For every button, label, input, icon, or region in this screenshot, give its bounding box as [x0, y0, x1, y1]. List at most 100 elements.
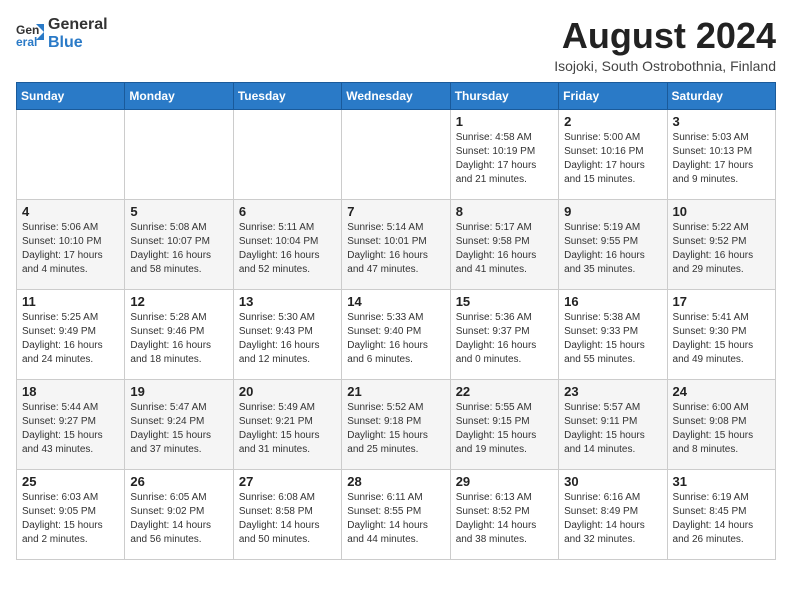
logo-icon: Gen eral	[16, 20, 44, 48]
day-info: Sunrise: 4:58 AM Sunset: 10:19 PM Daylig…	[456, 131, 553, 187]
weekday-header: Thursday	[450, 82, 558, 109]
day-number: 31	[673, 474, 770, 489]
day-number: 1	[456, 114, 553, 129]
month-year: August 2024	[554, 16, 776, 56]
svg-text:eral: eral	[16, 35, 37, 48]
day-info: Sunrise: 6:08 AM Sunset: 8:58 PM Dayligh…	[239, 491, 336, 547]
day-number: 5	[130, 204, 227, 219]
location: Isojoki, South Ostrobothnia, Finland	[554, 58, 776, 74]
day-number: 14	[347, 294, 444, 309]
day-number: 7	[347, 204, 444, 219]
calendar-cell: 15 Sunrise: 5:36 AM Sunset: 9:37 PM Dayli…	[450, 289, 558, 379]
day-number: 22	[456, 384, 553, 399]
day-number: 16	[564, 294, 661, 309]
weekday-header: Tuesday	[233, 82, 341, 109]
day-info: Sunrise: 5:08 AM Sunset: 10:07 PM Daylig…	[130, 221, 227, 277]
day-info: Sunrise: 6:11 AM Sunset: 8:55 PM Dayligh…	[347, 491, 444, 547]
calendar-cell: 16 Sunrise: 5:38 AM Sunset: 9:33 PM Dayli…	[559, 289, 667, 379]
weekday-header: Sunday	[17, 82, 125, 109]
calendar-cell: 21Sunrise: 5:52 AM Sunset: 9:18 PM Dayli…	[342, 379, 450, 469]
day-info: Sunrise: 6:03 AM Sunset: 9:05 PM Dayligh…	[22, 491, 119, 547]
calendar-week-row: 25 Sunrise: 6:03 AM Sunset: 9:05 PM Dayli…	[17, 469, 776, 559]
logo-subtext: Blue	[48, 34, 108, 52]
day-number: 26	[130, 474, 227, 489]
calendar-cell: 23 Sunrise: 5:57 AM Sunset: 9:11 PM Dayli…	[559, 379, 667, 469]
calendar-cell: 8 Sunrise: 5:17 AM Sunset: 9:58 PM Daylig…	[450, 199, 558, 289]
calendar-cell: 28 Sunrise: 6:11 AM Sunset: 8:55 PM Dayli…	[342, 469, 450, 559]
day-info: Sunrise: 5:49 AM Sunset: 9:21 PM Dayligh…	[239, 401, 336, 457]
day-number: 15	[456, 294, 553, 309]
calendar-cell: 25 Sunrise: 6:03 AM Sunset: 9:05 PM Dayli…	[17, 469, 125, 559]
day-number: 25	[22, 474, 119, 489]
day-info: Sunrise: 5:17 AM Sunset: 9:58 PM Dayligh…	[456, 221, 553, 277]
day-info: Sunrise: 5:44 AM Sunset: 9:27 PM Dayligh…	[22, 401, 119, 457]
weekday-header: Wednesday	[342, 82, 450, 109]
day-number: 18	[22, 384, 119, 399]
calendar-week-row: 1 Sunrise: 4:58 AM Sunset: 10:19 PM Dayli…	[17, 109, 776, 199]
day-number: 9	[564, 204, 661, 219]
day-info: Sunrise: 5:11 AM Sunset: 10:04 PM Daylig…	[239, 221, 336, 277]
weekday-header: Monday	[125, 82, 233, 109]
day-info: Sunrise: 5:57 AM Sunset: 9:11 PM Dayligh…	[564, 401, 661, 457]
calendar-cell: 26 Sunrise: 6:05 AM Sunset: 9:02 PM Dayli…	[125, 469, 233, 559]
calendar-cell: 7 Sunrise: 5:14 AM Sunset: 10:01 PM Dayli…	[342, 199, 450, 289]
day-number: 17	[673, 294, 770, 309]
day-info: Sunrise: 5:03 AM Sunset: 10:13 PM Daylig…	[673, 131, 770, 187]
calendar-cell: 12 Sunrise: 5:28 AM Sunset: 9:46 PM Dayli…	[125, 289, 233, 379]
day-info: Sunrise: 5:28 AM Sunset: 9:46 PM Dayligh…	[130, 311, 227, 367]
day-number: 27	[239, 474, 336, 489]
weekday-header: Friday	[559, 82, 667, 109]
calendar-week-row: 4 Sunrise: 5:06 AM Sunset: 10:10 PM Dayli…	[17, 199, 776, 289]
weekday-header: Saturday	[667, 82, 775, 109]
day-info: Sunrise: 6:05 AM Sunset: 9:02 PM Dayligh…	[130, 491, 227, 547]
calendar-cell: 31Sunrise: 6:19 AM Sunset: 8:45 PM Dayli…	[667, 469, 775, 559]
day-info: Sunrise: 6:13 AM Sunset: 8:52 PM Dayligh…	[456, 491, 553, 547]
day-number: 8	[456, 204, 553, 219]
day-info: Sunrise: 5:25 AM Sunset: 9:49 PM Dayligh…	[22, 311, 119, 367]
calendar-cell: 5 Sunrise: 5:08 AM Sunset: 10:07 PM Dayli…	[125, 199, 233, 289]
day-info: Sunrise: 5:55 AM Sunset: 9:15 PM Dayligh…	[456, 401, 553, 457]
day-number: 23	[564, 384, 661, 399]
calendar-table: SundayMondayTuesdayWednesdayThursdayFrid…	[16, 82, 776, 560]
day-number: 4	[22, 204, 119, 219]
weekday-header-row: SundayMondayTuesdayWednesdayThursdayFrid…	[17, 82, 776, 109]
day-info: Sunrise: 5:06 AM Sunset: 10:10 PM Daylig…	[22, 221, 119, 277]
calendar-cell: 19Sunrise: 5:47 AM Sunset: 9:24 PM Dayli…	[125, 379, 233, 469]
calendar-cell: 4 Sunrise: 5:06 AM Sunset: 10:10 PM Dayli…	[17, 199, 125, 289]
day-info: Sunrise: 6:16 AM Sunset: 8:49 PM Dayligh…	[564, 491, 661, 547]
calendar-cell	[125, 109, 233, 199]
day-number: 11	[22, 294, 119, 309]
calendar-cell: 30 Sunrise: 6:16 AM Sunset: 8:49 PM Dayli…	[559, 469, 667, 559]
day-number: 12	[130, 294, 227, 309]
day-number: 10	[673, 204, 770, 219]
calendar-cell	[17, 109, 125, 199]
calendar-cell: 14 Sunrise: 5:33 AM Sunset: 9:40 PM Dayli…	[342, 289, 450, 379]
day-info: Sunrise: 5:22 AM Sunset: 9:52 PM Dayligh…	[673, 221, 770, 277]
day-number: 28	[347, 474, 444, 489]
day-info: Sunrise: 5:14 AM Sunset: 10:01 PM Daylig…	[347, 221, 444, 277]
calendar-cell: 9 Sunrise: 5:19 AM Sunset: 9:55 PM Daylig…	[559, 199, 667, 289]
calendar-cell: 13Sunrise: 5:30 AM Sunset: 9:43 PM Dayli…	[233, 289, 341, 379]
day-info: Sunrise: 5:19 AM Sunset: 9:55 PM Dayligh…	[564, 221, 661, 277]
day-number: 21	[347, 384, 444, 399]
day-info: Sunrise: 5:41 AM Sunset: 9:30 PM Dayligh…	[673, 311, 770, 367]
day-info: Sunrise: 5:38 AM Sunset: 9:33 PM Dayligh…	[564, 311, 661, 367]
calendar-week-row: 11 Sunrise: 5:25 AM Sunset: 9:49 PM Dayli…	[17, 289, 776, 379]
day-info: Sunrise: 5:36 AM Sunset: 9:37 PM Dayligh…	[456, 311, 553, 367]
day-info: Sunrise: 5:33 AM Sunset: 9:40 PM Dayligh…	[347, 311, 444, 367]
day-number: 30	[564, 474, 661, 489]
calendar-cell: 11 Sunrise: 5:25 AM Sunset: 9:49 PM Dayli…	[17, 289, 125, 379]
logo-text: General	[48, 16, 108, 34]
calendar-cell: 3Sunrise: 5:03 AM Sunset: 10:13 PM Dayli…	[667, 109, 775, 199]
title-block: August 2024 Isojoki, South Ostrobothnia,…	[554, 16, 776, 74]
logo: Gen eral General Blue	[16, 16, 108, 53]
calendar-cell: 6Sunrise: 5:11 AM Sunset: 10:04 PM Dayli…	[233, 199, 341, 289]
day-info: Sunrise: 5:47 AM Sunset: 9:24 PM Dayligh…	[130, 401, 227, 457]
calendar-cell: 1 Sunrise: 4:58 AM Sunset: 10:19 PM Dayli…	[450, 109, 558, 199]
calendar-cell	[233, 109, 341, 199]
calendar-cell: 18 Sunrise: 5:44 AM Sunset: 9:27 PM Dayli…	[17, 379, 125, 469]
calendar-cell: 29Sunrise: 6:13 AM Sunset: 8:52 PM Dayli…	[450, 469, 558, 559]
day-info: Sunrise: 5:00 AM Sunset: 10:16 PM Daylig…	[564, 131, 661, 187]
page-header: Gen eral General Blue August 2024 Isojok…	[16, 16, 776, 74]
day-info: Sunrise: 6:00 AM Sunset: 9:08 PM Dayligh…	[673, 401, 770, 457]
